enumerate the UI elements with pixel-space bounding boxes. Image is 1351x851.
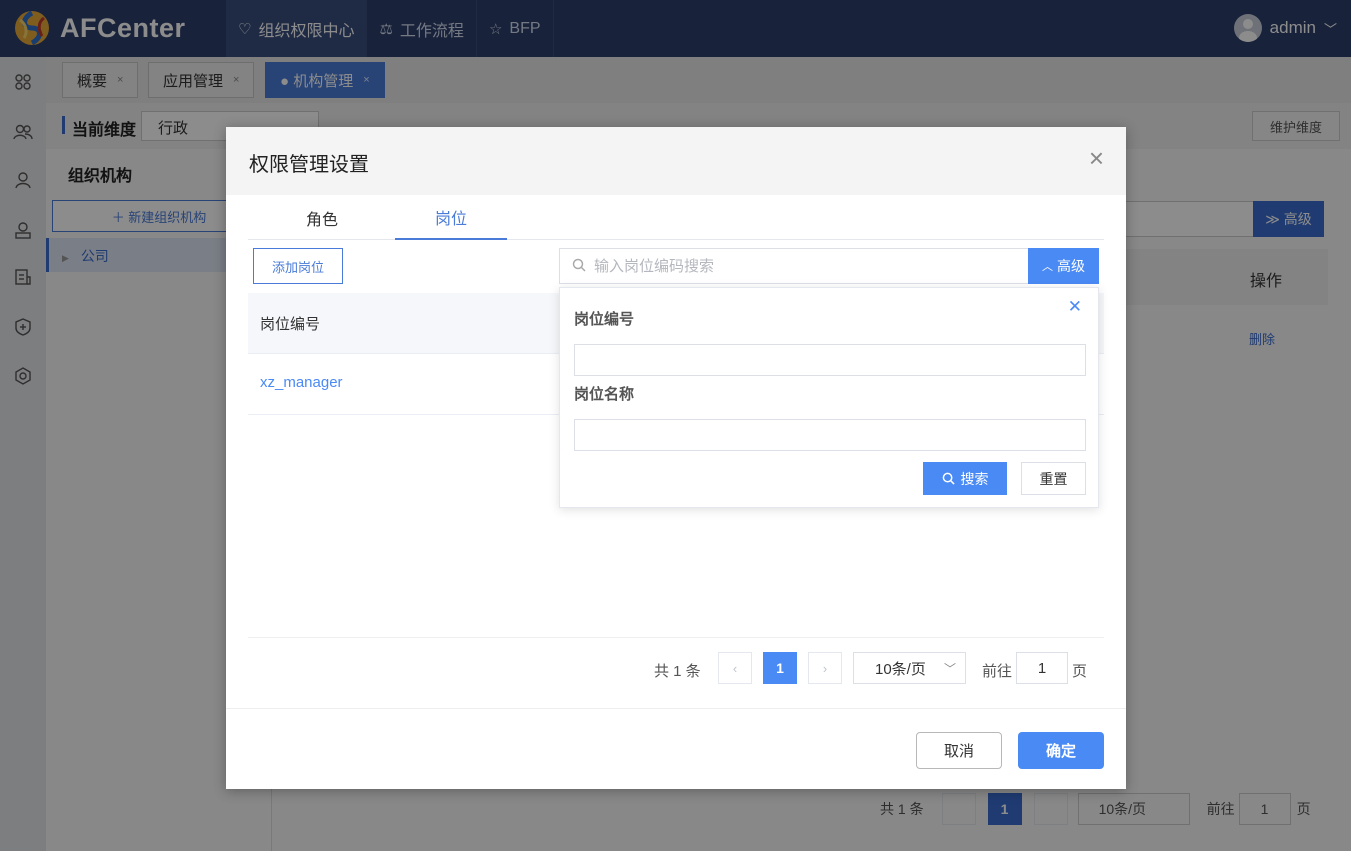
reset-button[interactable]: 重置 (1021, 462, 1086, 495)
position-search-input[interactable] (594, 257, 1014, 275)
confirm-button[interactable]: 确定 (1018, 732, 1104, 769)
advanced-search-button[interactable]: ︿ 高级 (1028, 248, 1099, 284)
cancel-button[interactable]: 取消 (916, 732, 1002, 769)
search-label: 搜索 (960, 470, 989, 487)
position-name-label: 岗位名称 (574, 386, 635, 403)
search-icon (942, 472, 955, 485)
close-icon[interactable]: ✕ (1068, 297, 1082, 317)
advanced-label: 高级 (1057, 258, 1085, 274)
dialog-tabs: 角色 岗位 (248, 195, 1104, 240)
close-icon[interactable]: × (1089, 145, 1104, 171)
chevron-down-icon: ﹀ (943, 662, 956, 676)
current-page[interactable]: 1 (763, 652, 797, 684)
advanced-search-popover: ✕ 岗位编号 岗位名称 搜索 重置 (559, 287, 1099, 508)
goto-label: 前往 (982, 663, 1013, 680)
chevron-up-icon: ︿ (1042, 261, 1053, 273)
dialog-header: 权限管理设置 × (226, 127, 1126, 195)
position-search-box (559, 248, 1029, 284)
goto-page-input[interactable]: 1 (1016, 652, 1068, 684)
position-code-field[interactable] (574, 344, 1086, 376)
total-count: 共 1 条 (654, 663, 701, 680)
dialog-title: 权限管理设置 (249, 154, 369, 176)
dialog-pagination: 共 1 条 ‹ 1 › 10条/页 ﹀ 前往 1 页 (248, 637, 1104, 707)
page-label: 页 (1072, 663, 1088, 680)
page-size-value: 10条/页 (875, 660, 926, 678)
tab-roles[interactable]: 角色 (266, 195, 378, 240)
page-size-select[interactable]: 10条/页 ﹀ (853, 652, 966, 684)
search-button[interactable]: 搜索 (923, 462, 1007, 495)
search-icon (572, 258, 586, 275)
next-page-button[interactable]: › (808, 652, 842, 684)
tab-positions[interactable]: 岗位 (395, 195, 507, 240)
add-position-button[interactable]: 添加岗位 (253, 248, 343, 284)
prev-page-button[interactable]: ‹ (718, 652, 752, 684)
dialog-footer: 取消 确定 (226, 708, 1126, 789)
position-code-link[interactable]: xz_manager (260, 374, 343, 391)
position-name-field[interactable] (574, 419, 1086, 451)
position-code-label: 岗位编号 (574, 311, 635, 328)
column-header-position-code: 岗位编号 (260, 316, 321, 333)
